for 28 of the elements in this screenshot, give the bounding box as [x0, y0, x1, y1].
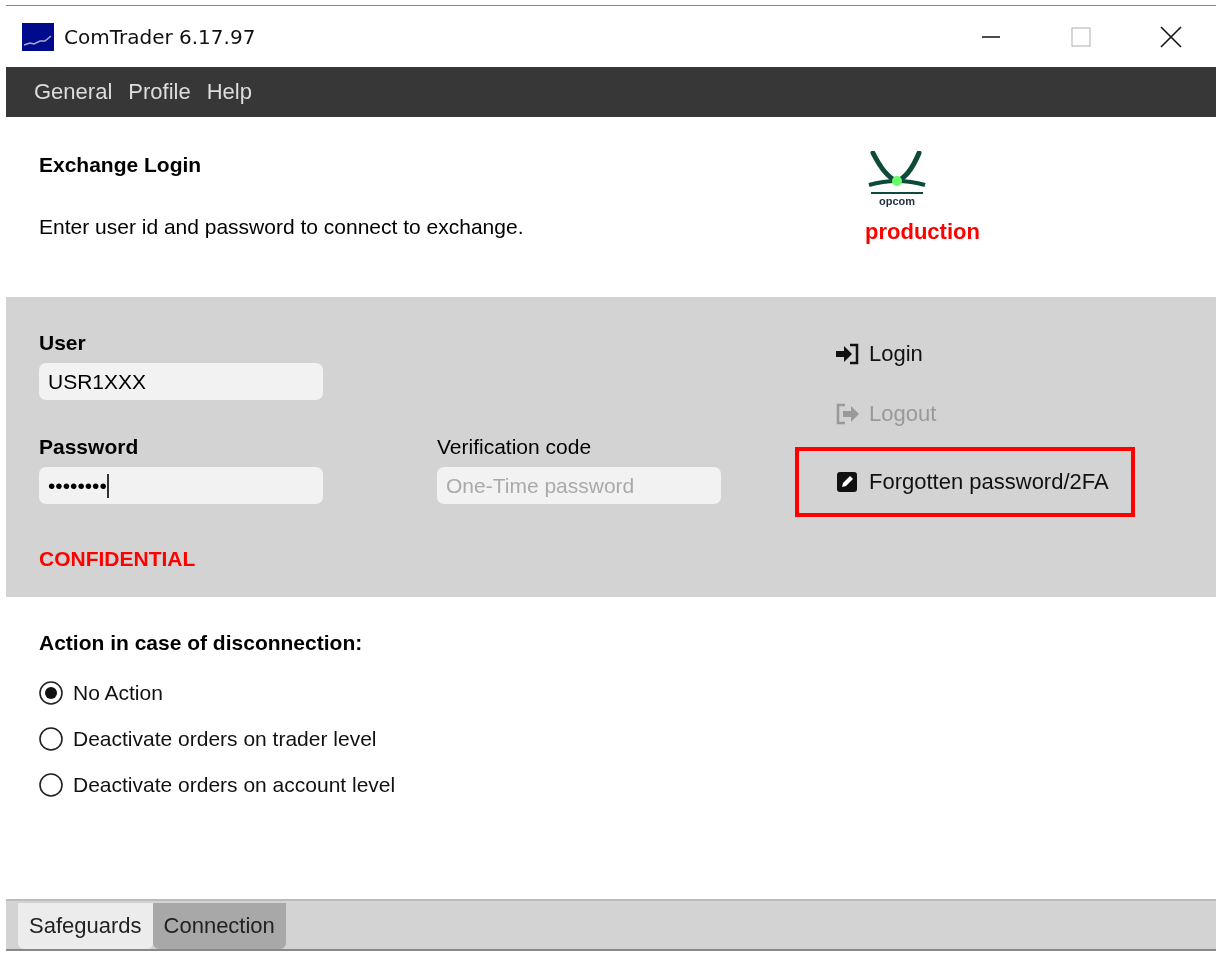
menu-item[interactable]: General: [26, 79, 121, 105]
logo-text: opcom: [878, 195, 916, 207]
window-title: ComTrader 6.17.97: [64, 24, 256, 49]
tab[interactable]: Connection: [152, 903, 286, 949]
menu-item[interactable]: Help: [198, 79, 260, 105]
radio-label[interactable]: Deactivate orders on trader level: [73, 727, 377, 751]
field-label: Verification code: [437, 435, 593, 459]
app-icon: [22, 22, 54, 51]
radio-button[interactable]: [39, 773, 63, 797]
radio-button[interactable]: [39, 727, 63, 751]
field-label: User: [39, 331, 87, 355]
section-title: Exchange Login: [39, 153, 203, 177]
tab[interactable]: Safeguards: [18, 903, 153, 949]
login-icon: [835, 343, 861, 365]
login-link[interactable]: Login: [835, 341, 923, 367]
radio-label[interactable]: No Action: [73, 681, 163, 705]
menu-item[interactable]: Profile: [120, 79, 199, 105]
password-field[interactable]: ••••••••: [39, 467, 323, 504]
environment-label: production: [865, 219, 980, 245]
forgot-link[interactable]: Forgotten password/2FA: [799, 451, 1131, 513]
confidential-label: CONFIDENTIAL: [39, 547, 197, 571]
field-label: Password: [39, 435, 140, 459]
section-title: Action in case of disconnection:: [39, 631, 364, 655]
radio-label[interactable]: Deactivate orders on account level: [73, 773, 396, 797]
radio-button[interactable]: [39, 681, 63, 705]
description-text: Enter user id and password to connect to exchange.: [39, 215, 525, 239]
user-field[interactable]: USR1XXX: [39, 363, 323, 400]
logout-icon: [835, 403, 861, 425]
